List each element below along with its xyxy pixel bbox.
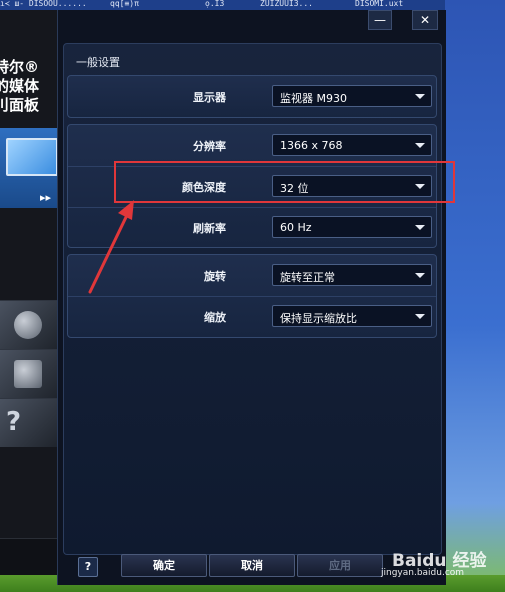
graphics-settings-window: — ✕ 一般设置 显示器 监视器 M930 分辨率 1366 x 768 颜色深…	[57, 10, 446, 585]
options-category-tile[interactable]	[0, 349, 57, 398]
display-select[interactable]: 监视器 M930	[272, 85, 432, 107]
rotation-select[interactable]: 旋转至正常	[272, 264, 432, 286]
resolution-value: 1366 x 768	[280, 139, 343, 152]
rotation-row: 旋转 旋转至正常	[68, 255, 436, 296]
general-settings-panel: 一般设置 显示器 监视器 M930 分辨率 1366 x 768 颜色深度 32…	[63, 43, 442, 555]
help-button[interactable]: ?	[78, 557, 98, 577]
brand-text: 特尔® 的媒体 刂面板	[0, 58, 57, 115]
watermark-url: jingyan.baidu.com	[381, 568, 465, 578]
display-mode-group: 分辨率 1366 x 768 颜色深度 32 位 刷新率 60 Hz	[67, 124, 437, 248]
display-group: 显示器 监视器 M930	[67, 75, 437, 118]
rotation-value: 旋转至正常	[280, 271, 335, 284]
chevron-down-icon	[415, 314, 425, 319]
brand-line: 的媒体	[0, 77, 40, 95]
minimize-button[interactable]: —	[368, 10, 392, 30]
close-button[interactable]: ✕	[412, 10, 438, 30]
resolution-row: 分辨率 1366 x 768	[68, 125, 436, 166]
color-depth-label: 颜色深度	[182, 181, 226, 194]
scaling-select[interactable]: 保持显示缩放比	[272, 305, 432, 327]
desktop-file-label: ZUIZUUIЗ...	[260, 0, 313, 8]
color-depth-value: 32 位	[280, 182, 309, 195]
refresh-rate-row: 刷新率 60 Hz	[68, 207, 436, 248]
cancel-button[interactable]: 取消	[209, 554, 295, 577]
resolution-label: 分辨率	[193, 140, 226, 153]
help-question-icon: ?	[6, 407, 22, 437]
support-category-tile[interactable]: ?	[0, 398, 57, 447]
section-title: 一般设置	[76, 56, 120, 69]
brand-line: 特尔®	[0, 58, 40, 76]
refresh-rate-label: 刷新率	[193, 222, 226, 235]
desktop-file-label: DISOMI.uxt	[355, 0, 404, 8]
display-category-banner[interactable]: ▸▸	[0, 128, 57, 208]
chevron-down-icon	[415, 225, 425, 230]
display-row: 显示器 监视器 M930	[68, 76, 436, 117]
monitor-icon	[6, 138, 57, 176]
desktop-file-label: qq[≡)π	[110, 0, 139, 8]
scaling-value: 保持显示缩放比	[280, 312, 357, 325]
refresh-rate-select[interactable]: 60 Hz	[272, 216, 432, 238]
chevron-down-icon	[415, 94, 425, 99]
brand-line: 刂面板	[0, 96, 40, 114]
forward-arrow-icon[interactable]: ▸▸	[40, 191, 51, 204]
scaling-row: 缩放 保持显示缩放比	[68, 296, 436, 337]
side-panel-footer	[0, 538, 57, 575]
media-category-tile[interactable]	[0, 300, 57, 349]
desktop-file-label: ọ.IЗ	[205, 0, 225, 8]
chevron-down-icon	[415, 184, 425, 189]
desktop-file-label: ı≺ ш- DISOOU......	[0, 0, 87, 8]
chevron-down-icon	[415, 143, 425, 148]
display-value: 监视器 M930	[280, 92, 347, 105]
desktop-top-strip: ı≺ ш- DISOOU...... qq[≡)π ọ.IЗ ZUIZUUIЗ.…	[0, 0, 505, 10]
media-shapes-icon	[14, 311, 42, 339]
desktop-wallpaper	[445, 0, 505, 592]
rotation-label: 旋转	[204, 270, 226, 283]
title-bar: — ✕	[58, 10, 446, 30]
color-depth-row: 颜色深度 32 位	[68, 166, 436, 207]
flags-icon	[14, 360, 42, 388]
apply-button[interactable]: 应用	[297, 554, 383, 577]
refresh-rate-value: 60 Hz	[280, 221, 312, 234]
display-label: 显示器	[193, 91, 226, 104]
chevron-down-icon	[415, 273, 425, 278]
ok-button[interactable]: 确定	[121, 554, 207, 577]
resolution-select[interactable]: 1366 x 768	[272, 134, 432, 156]
color-depth-select[interactable]: 32 位	[272, 175, 432, 197]
app-side-panel: 特尔® 的媒体 刂面板 ▸▸ ?	[0, 10, 57, 575]
scaling-label: 缩放	[204, 311, 226, 324]
rotation-scaling-group: 旋转 旋转至正常 缩放 保持显示缩放比	[67, 254, 437, 338]
